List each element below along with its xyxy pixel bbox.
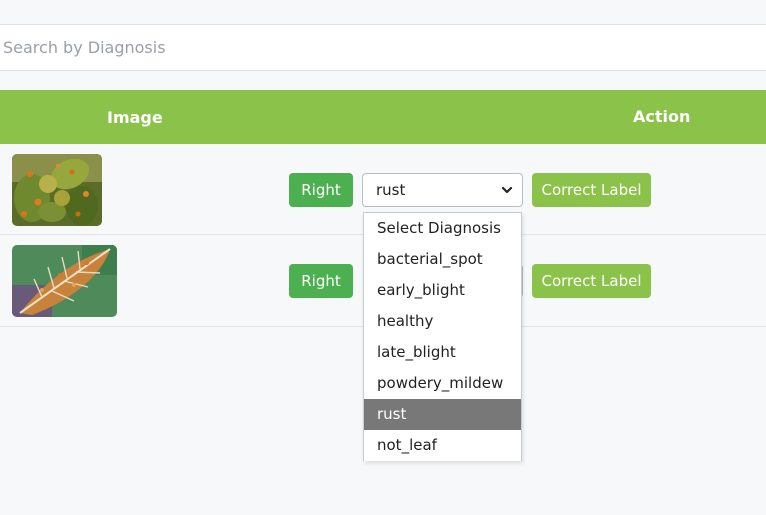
dropdown-option[interactable]: late_blight bbox=[364, 337, 521, 368]
dropdown-option[interactable]: Select Diagnosis bbox=[364, 213, 521, 244]
dropdown-option[interactable]: early_blight bbox=[364, 275, 521, 306]
search-input[interactable] bbox=[0, 25, 766, 70]
correct-label-button[interactable]: Correct Label bbox=[532, 173, 651, 207]
leaf-thumbnail[interactable] bbox=[12, 154, 102, 226]
dropdown-option[interactable]: bacterial_spot bbox=[364, 244, 521, 275]
right-button[interactable]: Right bbox=[289, 264, 353, 298]
select-value: rust bbox=[376, 181, 406, 199]
dropdown-option[interactable]: not_leaf bbox=[364, 430, 521, 461]
dropdown-option[interactable]: healthy bbox=[364, 306, 521, 337]
column-header-action: Action bbox=[633, 107, 691, 126]
leaf-rust-photo-icon bbox=[12, 245, 117, 317]
dropdown-option-selected[interactable]: rust bbox=[364, 399, 521, 430]
search-bar bbox=[0, 24, 766, 71]
chevron-down-icon bbox=[501, 186, 513, 194]
dropdown-option[interactable]: powdery_mildew bbox=[364, 368, 521, 399]
leaf-thumbnail[interactable] bbox=[12, 245, 117, 317]
column-header-image: Image bbox=[107, 108, 163, 127]
right-button[interactable]: Right bbox=[289, 173, 353, 207]
pear-leaf-rust-photo-icon bbox=[12, 154, 102, 226]
diagnosis-select[interactable]: rust bbox=[362, 173, 523, 207]
diagnosis-dropdown-menu: Select Diagnosis bacterial_spot early_bl… bbox=[363, 212, 522, 461]
table-header: Image Action bbox=[0, 90, 766, 144]
correct-label-button[interactable]: Correct Label bbox=[532, 264, 651, 298]
